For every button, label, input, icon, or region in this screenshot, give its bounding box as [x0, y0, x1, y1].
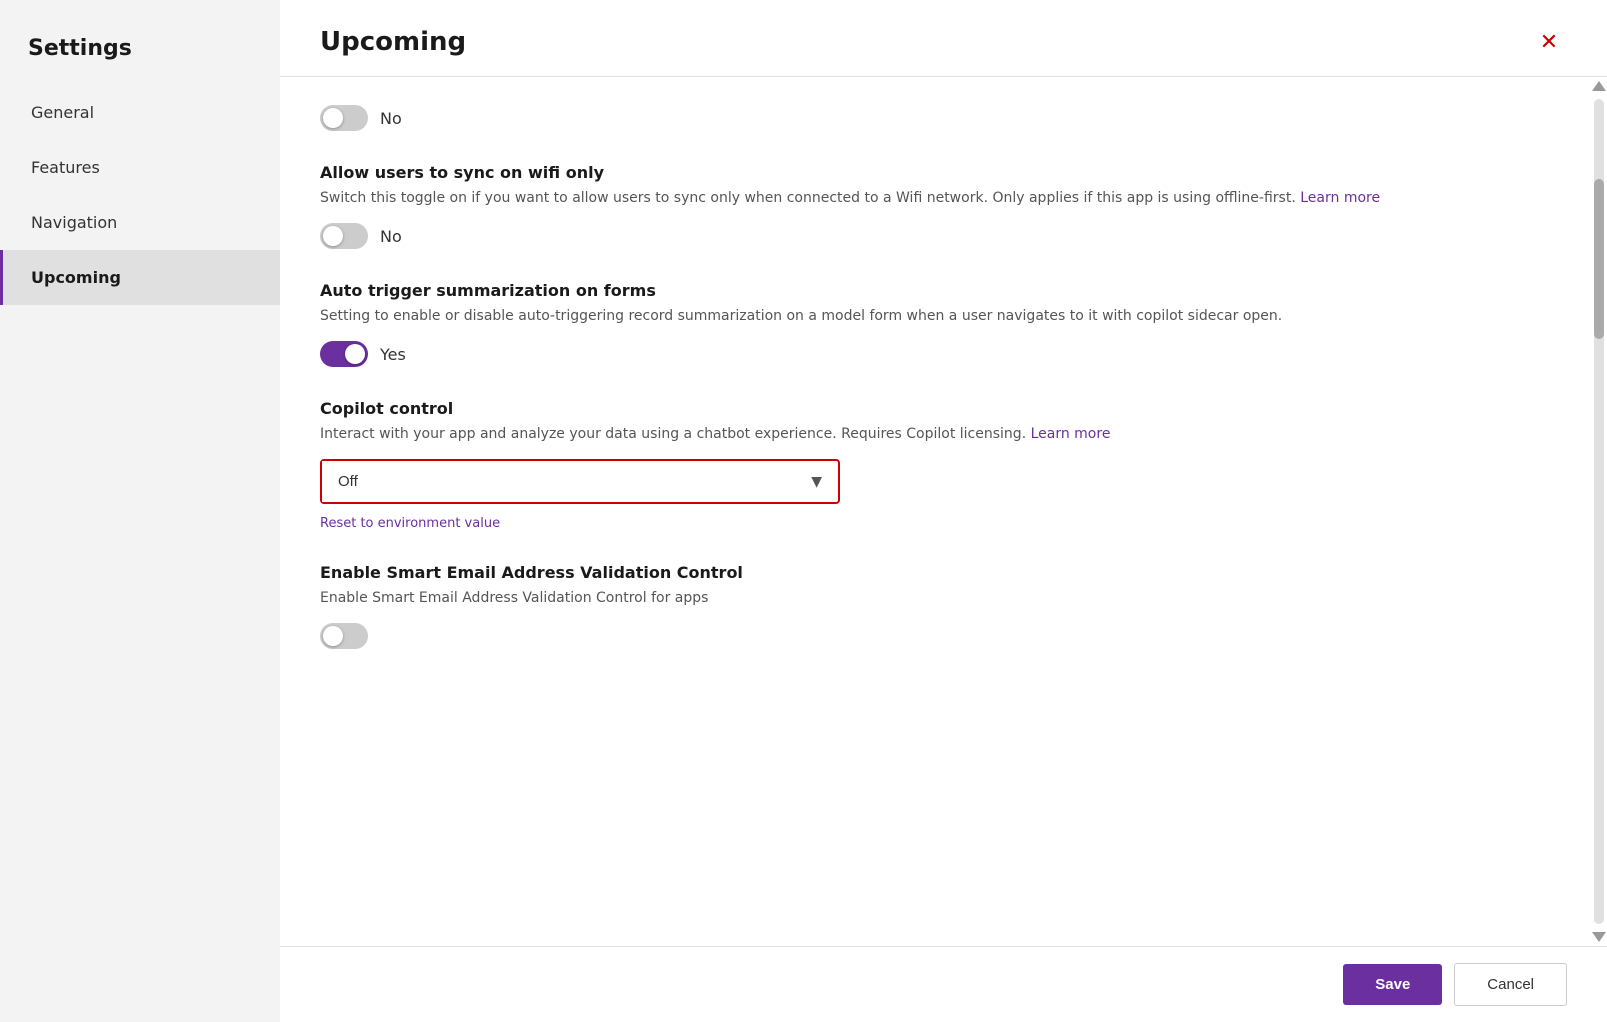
scrollbar: [1591, 77, 1607, 946]
toggle-track-on: [320, 341, 368, 367]
smart-email-toggle[interactable]: [320, 623, 368, 649]
cancel-button[interactable]: Cancel: [1454, 963, 1567, 1006]
copilot-heading: Copilot control: [320, 399, 1551, 418]
scroll-thumb[interactable]: [1594, 179, 1604, 339]
auto-trigger-section: Auto trigger summarization on forms Sett…: [320, 281, 1551, 367]
sidebar-item-general[interactable]: General: [0, 85, 280, 140]
toggle-thumb: [323, 226, 343, 246]
footer: Save Cancel: [280, 946, 1607, 1022]
auto-trigger-toggle[interactable]: [320, 341, 368, 367]
toggle-track: [320, 105, 368, 131]
wifi-sync-section: Allow users to sync on wifi only Switch …: [320, 163, 1551, 249]
auto-trigger-heading: Auto trigger summarization on forms: [320, 281, 1551, 300]
smart-email-heading: Enable Smart Email Address Validation Co…: [320, 563, 1551, 582]
partial-toggle-track: [320, 623, 368, 649]
toggle-track: [320, 223, 368, 249]
content-area: No Allow users to sync on wifi only Swit…: [280, 77, 1591, 946]
page-title: Upcoming: [320, 27, 466, 57]
toggle-no-1-row: No: [320, 105, 1551, 131]
close-button[interactable]: ✕: [1531, 24, 1567, 60]
scroll-up-arrow[interactable]: [1592, 81, 1606, 91]
settings-title: Settings: [0, 20, 280, 85]
smart-email-toggle-row: [320, 623, 1551, 649]
auto-trigger-desc-text: Setting to enable or disable auto-trigge…: [320, 308, 1282, 324]
toggle-thumb: [323, 108, 343, 128]
wifi-sync-desc-text: Switch this toggle on if you want to all…: [320, 190, 1300, 206]
toggle-only-section: No: [320, 105, 1551, 131]
scroll-track: [1594, 99, 1604, 924]
wifi-sync-heading: Allow users to sync on wifi only: [320, 163, 1551, 182]
partial-toggle-thumb: [323, 626, 343, 646]
chevron-down-icon: ▼: [795, 462, 838, 502]
toggle-no-1[interactable]: [320, 105, 368, 131]
sidebar: Settings General Features Navigation Upc…: [0, 0, 280, 1022]
sidebar-item-upcoming[interactable]: Upcoming: [0, 250, 280, 305]
sidebar-item-navigation[interactable]: Navigation: [0, 195, 280, 250]
wifi-sync-toggle-row: No: [320, 223, 1551, 249]
content-wrapper: No Allow users to sync on wifi only Swit…: [280, 77, 1607, 946]
copilot-dropdown[interactable]: Off On: [322, 461, 795, 502]
toggle-thumb: [345, 344, 365, 364]
copilot-desc: Interact with your app and analyze your …: [320, 424, 1551, 445]
toggle-no-1-label: No: [380, 109, 402, 128]
panel-header: Upcoming ✕: [280, 0, 1607, 77]
wifi-sync-toggle[interactable]: [320, 223, 368, 249]
scroll-down-arrow[interactable]: [1592, 932, 1606, 942]
wifi-sync-learn-more[interactable]: Learn more: [1300, 190, 1380, 206]
auto-trigger-toggle-label: Yes: [380, 345, 406, 364]
copilot-control-section: Copilot control Interact with your app a…: [320, 399, 1551, 531]
auto-trigger-desc: Setting to enable or disable auto-trigge…: [320, 306, 1551, 327]
smart-email-desc: Enable Smart Email Address Validation Co…: [320, 588, 1551, 609]
copilot-learn-more[interactable]: Learn more: [1031, 426, 1111, 442]
copilot-desc-text: Interact with your app and analyze your …: [320, 426, 1031, 442]
save-button[interactable]: Save: [1343, 964, 1442, 1005]
reset-to-env-link[interactable]: Reset to environment value: [320, 516, 500, 531]
copilot-dropdown-wrapper: Off On ▼: [320, 459, 840, 504]
wifi-sync-desc: Switch this toggle on if you want to all…: [320, 188, 1551, 209]
smart-email-section: Enable Smart Email Address Validation Co…: [320, 563, 1551, 649]
wifi-sync-toggle-label: No: [380, 227, 402, 246]
main-panel: Upcoming ✕ No Allow users to sync on wif…: [280, 0, 1607, 1022]
sidebar-item-features[interactable]: Features: [0, 140, 280, 195]
auto-trigger-toggle-row: Yes: [320, 341, 1551, 367]
